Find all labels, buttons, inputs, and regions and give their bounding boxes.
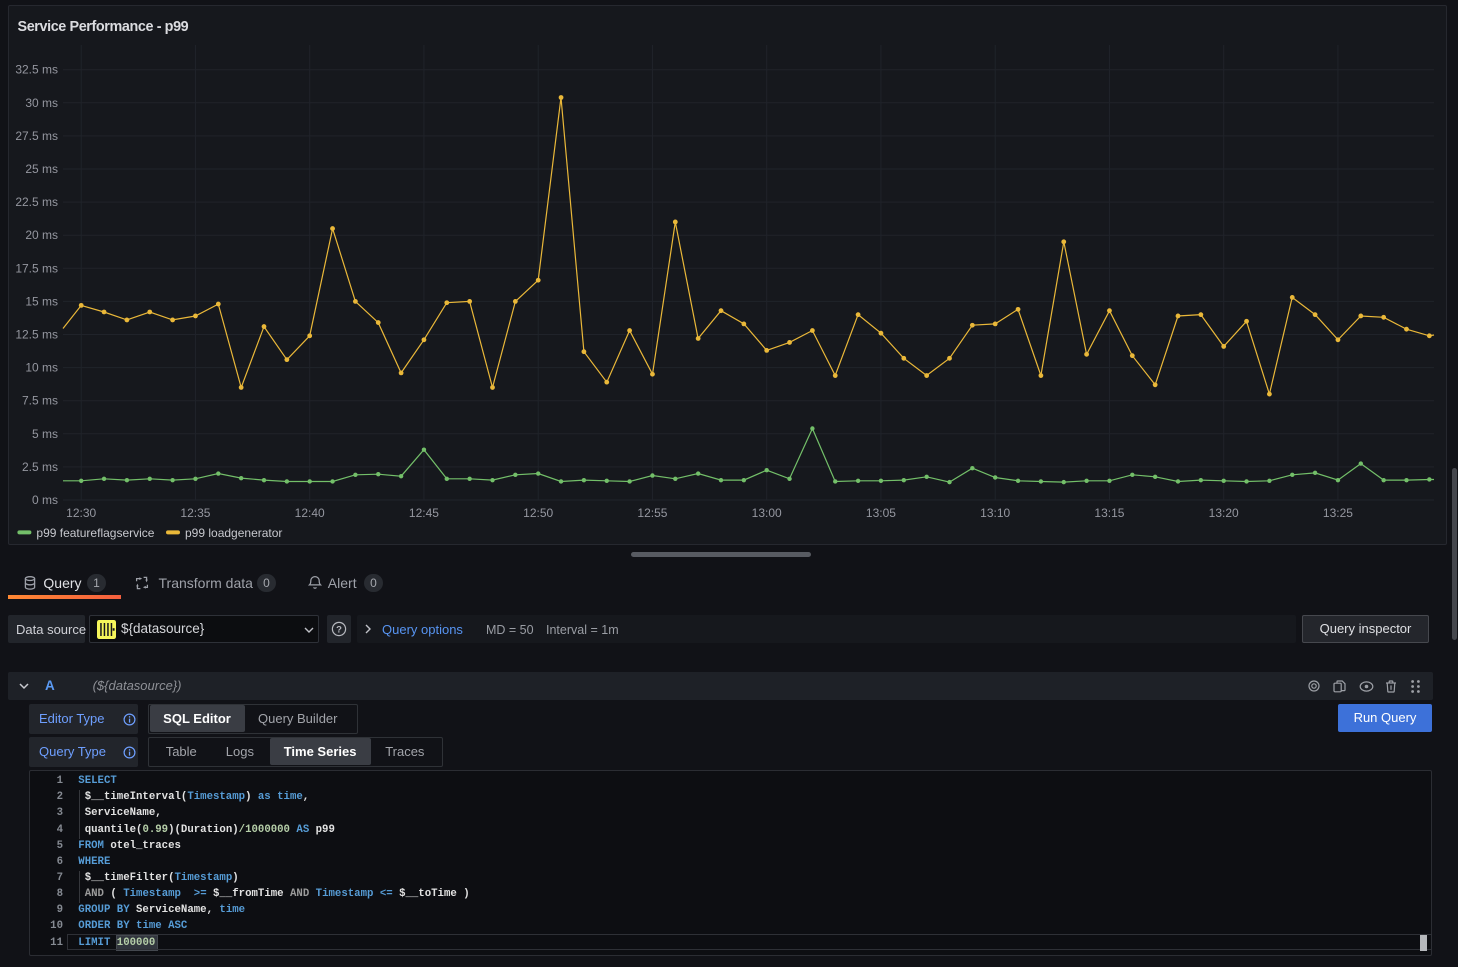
svg-text:10 ms: 10 ms xyxy=(25,361,58,375)
svg-text:12:35: 12:35 xyxy=(180,506,210,520)
svg-text:12.5 ms: 12.5 ms xyxy=(15,328,58,342)
svg-text:13:15: 13:15 xyxy=(1094,506,1124,520)
svg-text:12:30: 12:30 xyxy=(66,506,96,520)
svg-text:27.5 ms: 27.5 ms xyxy=(15,129,58,143)
svg-text:12:55: 12:55 xyxy=(637,506,667,520)
svg-text:13:00: 13:00 xyxy=(752,506,782,520)
svg-text:0 ms: 0 ms xyxy=(32,493,58,507)
svg-text:12:50: 12:50 xyxy=(523,506,553,520)
svg-text:13:25: 13:25 xyxy=(1323,506,1353,520)
svg-text:32.5 ms: 32.5 ms xyxy=(15,63,58,77)
svg-text:13:10: 13:10 xyxy=(980,506,1010,520)
svg-text:5 ms: 5 ms xyxy=(32,427,58,441)
svg-text:7.5 ms: 7.5 ms xyxy=(22,394,58,408)
svg-text:Service Performance - p99: Service Performance - p99 xyxy=(18,19,189,35)
svg-text:p99 featureflagservice: p99 featureflagservice xyxy=(36,526,154,540)
svg-text:13:20: 13:20 xyxy=(1209,506,1239,520)
svg-text:2.5 ms: 2.5 ms xyxy=(22,460,58,474)
svg-text:17.5 ms: 17.5 ms xyxy=(15,261,58,275)
svg-text:?: ? xyxy=(336,625,342,636)
svg-text:12:40: 12:40 xyxy=(295,506,325,520)
svg-text:p99 loadgenerator: p99 loadgenerator xyxy=(185,526,282,540)
svg-text:13:05: 13:05 xyxy=(866,506,896,520)
svg-text:12:45: 12:45 xyxy=(409,506,439,520)
svg-text:22.5 ms: 22.5 ms xyxy=(15,195,58,209)
svg-text:20 ms: 20 ms xyxy=(25,228,58,242)
svg-text:25 ms: 25 ms xyxy=(25,162,58,176)
svg-text:30 ms: 30 ms xyxy=(25,96,58,110)
svg-text:15 ms: 15 ms xyxy=(25,294,58,308)
